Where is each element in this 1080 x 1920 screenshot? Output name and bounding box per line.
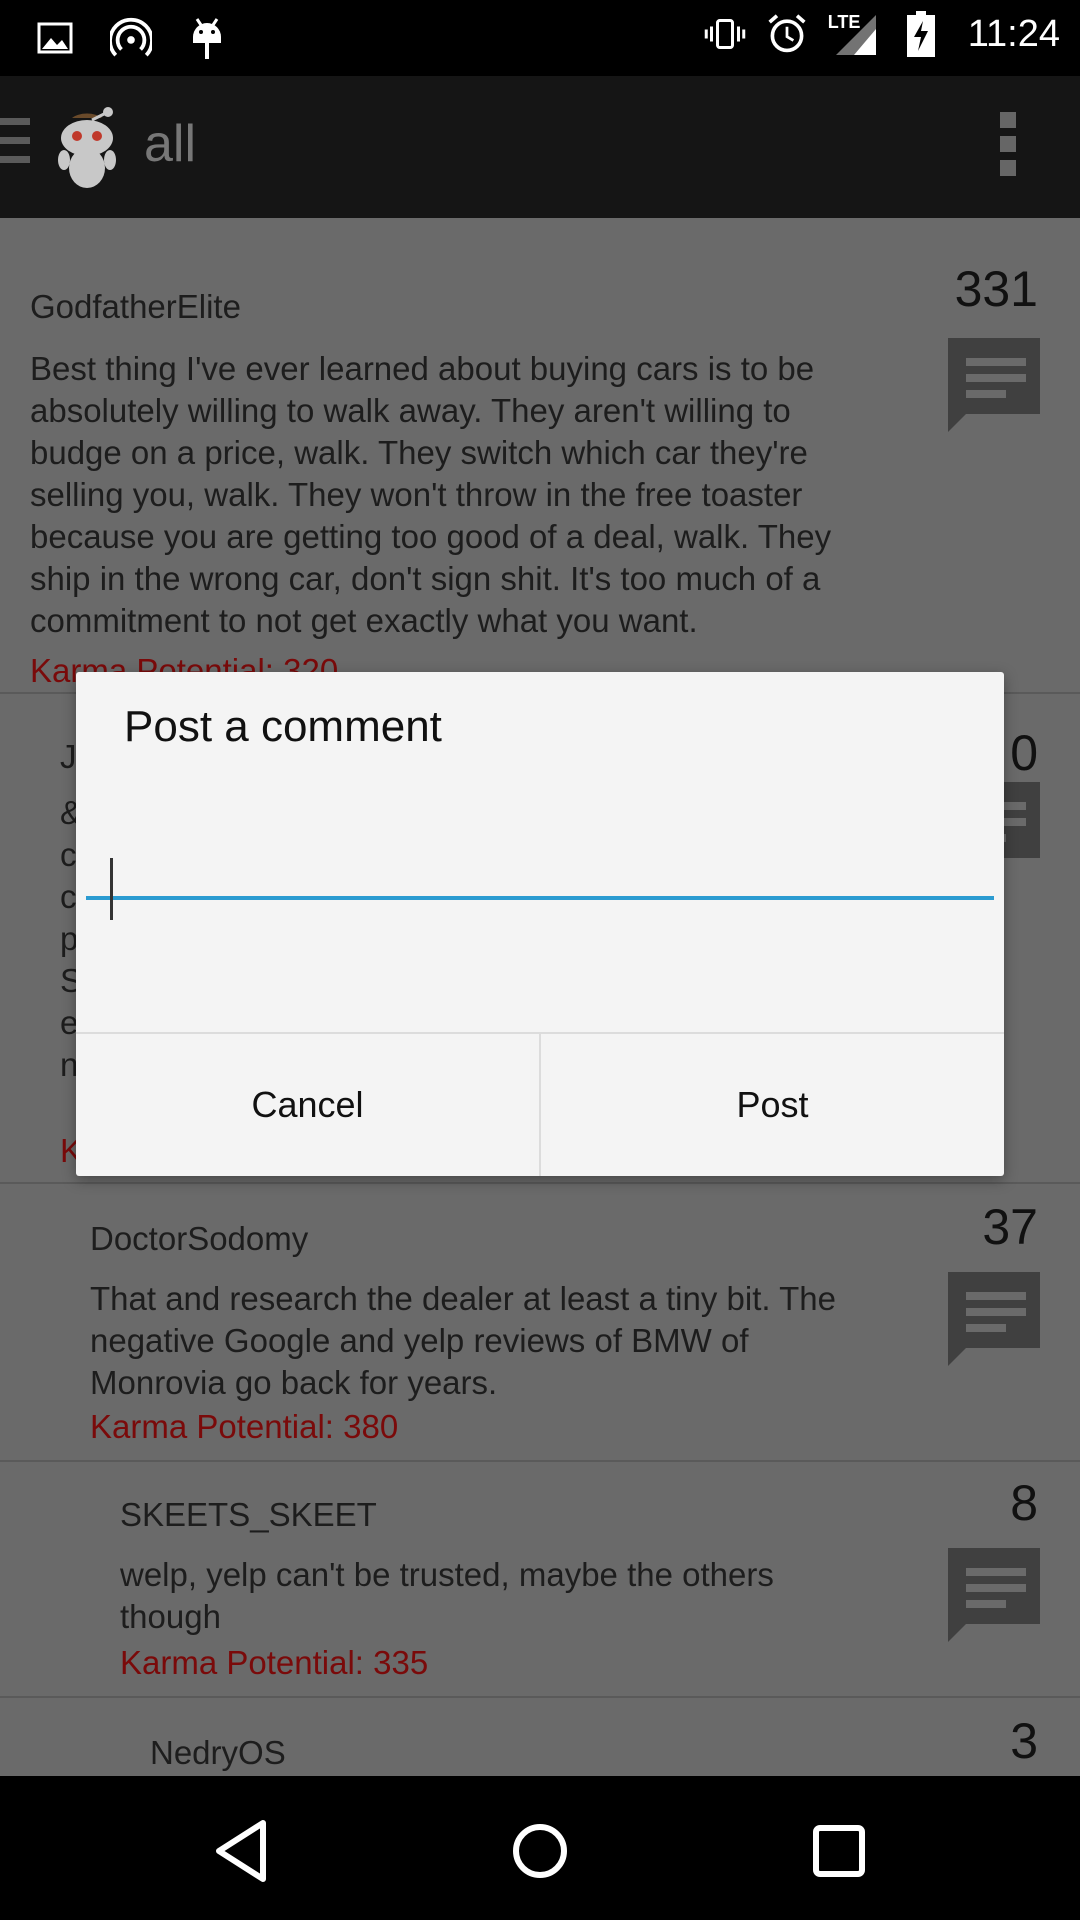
battery-charging-icon: [900, 10, 942, 58]
status-bar: LTE 11:24: [0, 0, 1080, 76]
comment-item[interactable]: SKEETS_SKEET welp, yelp can't be trusted…: [0, 1460, 1080, 1698]
comment-item[interactable]: DoctorSodomy That and research the deale…: [0, 1182, 1080, 1462]
comment-score: 0: [1010, 725, 1038, 781]
back-icon[interactable]: [196, 1806, 286, 1896]
comment-line: commitment to not get exactly what you w…: [30, 602, 698, 639]
lte-label: LTE: [827, 12, 861, 32]
comment-item[interactable]: GodfatherElite Best thing I've ever lear…: [0, 218, 1080, 694]
comment-score: 8: [1010, 1475, 1038, 1531]
post-comment-dialog: Post a comment Cancel Post: [76, 672, 1004, 1176]
comment-line: ship in the wrong car, don't sign shit. …: [30, 560, 821, 597]
comment-item[interactable]: NedryOS 3: [0, 1696, 1080, 1776]
comment-bubble-icon[interactable]: [946, 1544, 1046, 1644]
menu-icon[interactable]: [0, 118, 30, 174]
vibrate-icon: [704, 10, 746, 58]
dialog-title: Post a comment: [124, 702, 442, 751]
comment-line: because you are getting too good of a de…: [30, 518, 832, 555]
image-icon: [34, 14, 76, 62]
comment-line: absolutely willing to walk away. They ar…: [30, 392, 791, 429]
alarm-icon: [766, 10, 808, 58]
comment-line: welp, yelp can't be trusted, maybe the o…: [120, 1556, 774, 1593]
comment-bubble-icon[interactable]: [946, 1268, 1046, 1368]
comment-bubble-icon[interactable]: [946, 334, 1046, 434]
comment-author[interactable]: GodfatherElite: [30, 288, 241, 326]
karma-potential: Karma Potential: 335: [120, 1644, 429, 1681]
android-debug-icon: [186, 14, 228, 62]
comment-score: 37: [982, 1199, 1038, 1255]
clock: 11:24: [967, 12, 1060, 55]
comment-author[interactable]: J: [60, 738, 77, 776]
comment-body: welp, yelp can't be trusted, maybe the o…: [120, 1554, 940, 1638]
comment-line: That and research the dealer at least a …: [90, 1280, 836, 1317]
hotspot-icon: [110, 14, 152, 62]
post-button[interactable]: Post: [541, 1034, 1004, 1176]
comment-line: though: [120, 1598, 221, 1635]
comment-line: Best thing I've ever learned about buyin…: [30, 350, 815, 387]
home-icon[interactable]: [495, 1806, 585, 1896]
comment-line: Monrovia go back for years.: [90, 1364, 498, 1401]
reddit-alien-icon[interactable]: [52, 102, 122, 192]
comment-author[interactable]: DoctorSodomy: [90, 1220, 308, 1258]
comment-line: selling you, walk. They won't throw in t…: [30, 476, 803, 513]
comment-line: negative Google and yelp reviews of BMW …: [90, 1322, 749, 1359]
comment-body: That and research the dealer at least a …: [90, 1278, 930, 1404]
comment-score: 331: [954, 261, 1038, 317]
navigation-bar: [0, 1776, 1080, 1920]
cancel-button[interactable]: Cancel: [76, 1034, 539, 1176]
comment-author[interactable]: SKEETS_SKEET: [120, 1496, 377, 1534]
text-cursor: [110, 858, 113, 920]
recents-icon[interactable]: [794, 1806, 884, 1896]
app-bar: all: [0, 76, 1080, 218]
comment-author[interactable]: NedryOS: [150, 1734, 286, 1772]
comment-line: budge on a price, walk. They switch whic…: [30, 434, 808, 471]
comment-input[interactable]: [86, 842, 994, 900]
app-title: all: [144, 115, 197, 173]
comment-score: 3: [1010, 1713, 1038, 1769]
overflow-menu-icon[interactable]: [1000, 112, 1020, 176]
comment-body: Best thing I've ever learned about buyin…: [30, 348, 930, 642]
karma-potential: Karma Potential: 380: [90, 1408, 399, 1445]
lte-signal-icon: LTE: [828, 10, 880, 58]
